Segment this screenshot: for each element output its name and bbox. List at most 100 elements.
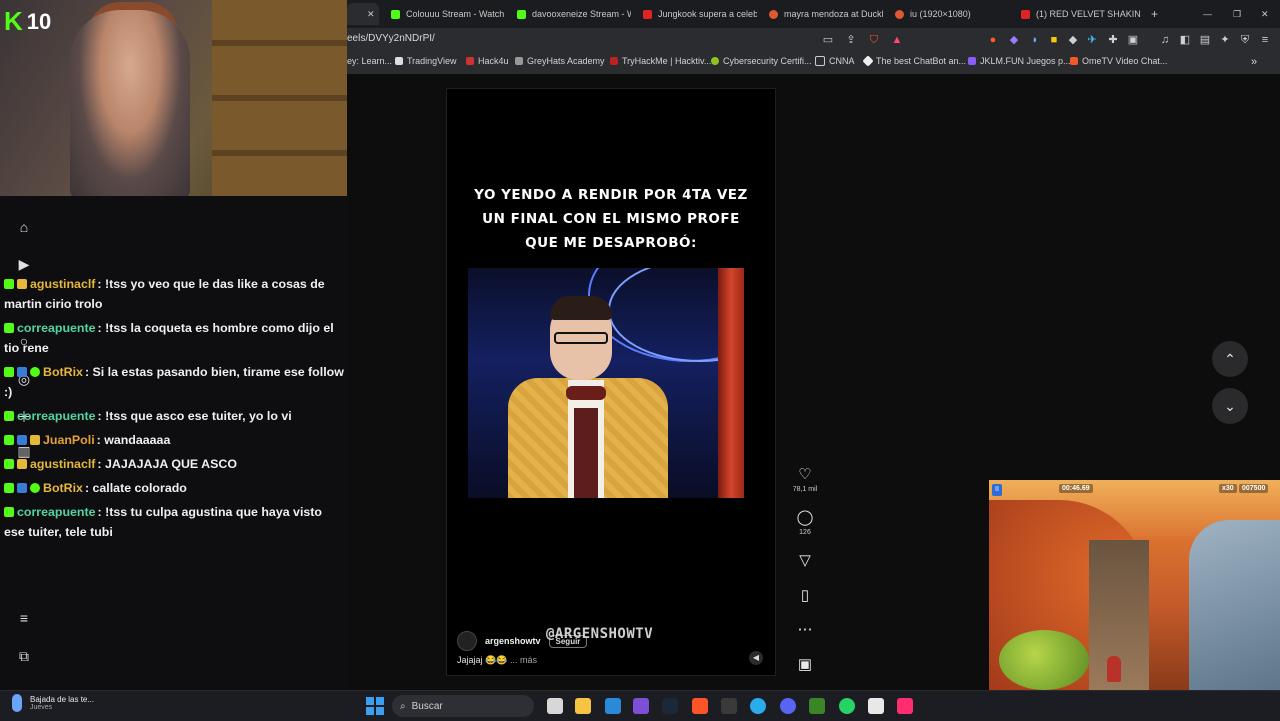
more-link[interactable]: ... más [510,655,537,665]
tab-item[interactable]: Jungkook supera a celebri [635,3,757,25]
hack4u-icon [466,57,474,65]
app-icon[interactable] [721,698,737,714]
vpn-icon[interactable]: ⛨ [1238,33,1252,47]
capcut-icon[interactable] [868,698,884,714]
bookmark-item[interactable]: TradingView [395,56,457,66]
more-options-button[interactable]: ⋯ [790,621,820,639]
tab-item[interactable]: mayra mendoza at DuckD [761,3,883,25]
reels-icon[interactable]: ▶ [16,256,32,272]
file-explorer-icon[interactable] [575,698,591,714]
chat-username[interactable]: correapuente [17,321,96,335]
bookmark-label: ey: Learn... [347,56,393,66]
share-button[interactable]: ▽ [790,552,820,570]
like-button[interactable]: ♡ 78,1 mil [790,466,820,493]
extension-icon[interactable]: ✈ [1085,33,1099,47]
brave-shield-icon[interactable]: ⛉ [867,33,881,47]
next-reel-button[interactable]: ⌄ [1212,388,1248,424]
chat-username[interactable]: JuanPoli [43,433,95,447]
plus-icon: + [1151,7,1159,21]
close-icon[interactable]: ✕ [367,9,375,20]
meta-icon[interactable]: ⧉ [16,648,32,664]
tab-item[interactable]: Colouuu Stream - Watch L [383,3,505,25]
vscode-icon[interactable] [605,698,621,714]
chat-text: : wandaaaaa [96,433,171,447]
chat-username[interactable]: agustinaclf [30,457,95,471]
chat-username[interactable]: correapuente [17,505,96,519]
kick-badge-icon [4,435,14,445]
save-button[interactable]: ▯ [790,587,820,605]
maximize-button[interactable]: ❐ [1225,3,1245,25]
wallet-icon[interactable]: ▤ [1198,33,1212,47]
verified-badge-icon [30,367,40,377]
bookmark-item[interactable]: GreyHats Academy [515,56,605,66]
audio-button[interactable]: ▣ [790,656,820,674]
kick-badge-icon [4,459,14,469]
moderator-badge-icon [17,435,27,445]
minimize-button[interactable]: — [1195,3,1215,25]
bookmark-label: GreyHats Academy [527,56,605,66]
extension-icon[interactable]: ◆ [1007,33,1021,47]
brave-icon[interactable] [692,698,708,714]
whatsapp-icon[interactable] [839,698,855,714]
screen-icon[interactable]: ▭ [821,33,835,47]
steam-icon[interactable] [662,698,678,714]
telegram-icon[interactable] [750,698,766,714]
bookmark-item[interactable]: CNNA [815,56,855,66]
extension-icon[interactable]: ◗ [1028,33,1042,47]
stream-logo: K 10 [4,6,51,37]
wallet-icon[interactable]: ▣ [1126,33,1140,47]
author-name[interactable]: argenshowtv [485,636,541,646]
chat-username[interactable]: correapuente [17,409,96,423]
bookmarks-overflow-button[interactable]: » [1251,56,1257,68]
pause-icon: II [992,484,1002,496]
mute-button[interactable]: ◀ [749,651,763,665]
bookmark-item[interactable]: ey: Learn... [347,56,392,66]
extension-icon[interactable]: ● [986,33,1000,47]
puzzle-icon[interactable]: ✚ [1106,33,1120,47]
bookmark-item[interactable]: JKLM.FUN Juegos p... [968,56,1071,66]
menu-icon[interactable]: ≡ [1258,33,1272,47]
bookmark-item[interactable]: Hack4u [466,56,509,66]
chat-username[interactable]: agustinaclf [30,277,95,291]
task-view-icon[interactable] [547,698,563,714]
music-icon[interactable]: ♫ [1158,33,1172,47]
tab-item[interactable]: davooxeneize Stream - Wa [509,3,631,25]
chat-username[interactable]: BotRix [43,481,83,495]
chatbot-icon [862,55,874,67]
extension-icon[interactable]: ■ [1047,33,1061,47]
url-field[interactable]: eels/DVYy2nNDrPI/ [347,33,435,44]
bookmark-item[interactable]: TryHackMe | Hacktiv... [610,56,711,66]
chat-username[interactable]: BotRix [43,365,83,379]
close-window-button[interactable]: ✕ [1253,3,1273,25]
previous-reel-button[interactable]: ⌃ [1212,341,1248,377]
author-avatar[interactable] [457,631,477,651]
comment-button[interactable]: ◯ 126 [790,509,820,536]
tab-label: Jungkook supera a celebri [658,9,757,19]
share-icon[interactable]: ⇪ [844,33,858,47]
app-icon[interactable] [633,698,649,714]
sidebar-icon[interactable]: ◧ [1178,33,1192,47]
chat-overlay: agustinaclf: !tss yo veo que le das like… [4,274,344,546]
reel-video[interactable]: YO YENDO A RENDIR POR 4TA VEZ UN FINAL C… [446,88,776,676]
minecraft-icon[interactable] [809,698,825,714]
weather-widget[interactable]: Bajada de las te... Jueves [12,694,94,712]
new-tab-button[interactable]: + [1143,3,1163,25]
tiktok-icon[interactable] [897,698,913,714]
bookmark-label: Hack4u [478,56,509,66]
bookmark-item[interactable]: OmeTV Video Chat... [1070,56,1167,66]
youtube-favicon-icon [643,9,652,19]
start-button[interactable] [366,697,384,715]
bookmark-item[interactable]: The best ChatBot an... [862,55,966,67]
tab-label: (1) RED VELVET SHAKING [1036,9,1141,19]
home-icon[interactable]: ⌂ [16,219,32,235]
tab-current[interactable]: ✕ [347,3,379,25]
leo-icon[interactable]: ✦ [1218,33,1232,47]
brave-rewards-icon[interactable]: ▲ [890,33,904,47]
tab-item[interactable]: iu (1920×1080) [887,3,1009,25]
menu-icon[interactable]: ≡ [16,610,32,626]
tab-item[interactable]: (1) RED VELVET SHAKING [1013,3,1141,25]
extension-icon[interactable]: ◆ [1066,33,1080,47]
bookmark-item[interactable]: Cybersecurity Certifi... [711,56,812,66]
discord-icon[interactable] [780,698,796,714]
taskbar-search[interactable]: ⌕ Buscar [392,695,534,717]
